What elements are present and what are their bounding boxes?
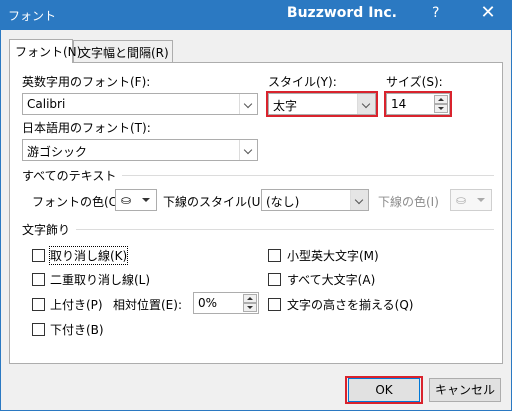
title-bar: フォント Buzzword Inc. ? ✕ bbox=[0, 0, 512, 30]
underline-color-label: 下線の色(I) bbox=[378, 195, 439, 209]
underline-style-value: (なし) bbox=[266, 195, 300, 209]
font-dialog: フォント(N) 文字幅と間隔(R) 英数字用のフォント(F): Calibri … bbox=[0, 30, 512, 411]
subscript-label[interactable]: 下付き(B) bbox=[50, 321, 104, 338]
offset-value: 0% bbox=[198, 296, 218, 310]
tab-font-label: フォント(N) bbox=[15, 45, 82, 59]
tab-character-spacing[interactable]: 文字幅と間隔(R) bbox=[73, 40, 173, 62]
chevron-down-icon bbox=[142, 198, 150, 202]
underline-style-label: 下線のスタイル(U) bbox=[163, 195, 266, 209]
chevron-down-icon bbox=[477, 198, 485, 202]
chevron-down-icon[interactable] bbox=[239, 94, 257, 114]
paint-bucket-icon: ⛀ bbox=[121, 193, 132, 207]
style-select[interactable]: 太字 bbox=[268, 93, 376, 115]
spin-up-icon[interactable] bbox=[434, 95, 448, 104]
window-title: フォント bbox=[8, 9, 57, 23]
spin-up-icon[interactable] bbox=[243, 294, 257, 303]
underline-style-select[interactable]: (なし) bbox=[261, 189, 369, 211]
jp-font-select[interactable]: 游ゴシック bbox=[22, 139, 258, 161]
chevron-down-icon[interactable] bbox=[239, 140, 257, 160]
ok-button[interactable]: OK bbox=[348, 378, 420, 402]
superscript-label[interactable]: 上付き(P) bbox=[50, 296, 103, 313]
equalize-height-checkbox[interactable] bbox=[268, 298, 281, 311]
small-caps-label[interactable]: 小型英大文字(M) bbox=[287, 247, 379, 264]
divider bbox=[76, 229, 494, 230]
style-value: 太字 bbox=[273, 99, 298, 113]
latin-font-value: Calibri bbox=[27, 97, 66, 111]
offset-input[interactable]: 0% bbox=[193, 292, 259, 314]
size-input[interactable]: 14 bbox=[386, 93, 450, 115]
superscript-checkbox[interactable] bbox=[32, 298, 45, 311]
latin-font-label: 英数字用のフォント(F): bbox=[22, 75, 151, 89]
paint-bucket-icon: ⛀ bbox=[456, 193, 467, 207]
chevron-down-icon[interactable] bbox=[350, 190, 368, 210]
close-icon[interactable]: ✕ bbox=[476, 2, 500, 23]
strikethrough-checkbox[interactable] bbox=[32, 249, 45, 262]
size-label: サイズ(S): bbox=[386, 75, 443, 89]
font-tab-panel: 英数字用のフォント(F): Calibri スタイル(Y): 太字 サイズ(S)… bbox=[9, 62, 503, 364]
tab-character-spacing-label: 文字幅と間隔(R) bbox=[79, 46, 169, 60]
size-spinner[interactable] bbox=[434, 95, 448, 113]
app-title: Buzzword Inc. bbox=[286, 5, 397, 21]
equalize-height-label[interactable]: 文字の高さを揃える(Q) bbox=[287, 296, 413, 313]
double-strikethrough-label[interactable]: 二重取り消し線(L) bbox=[50, 271, 150, 288]
all-caps-label[interactable]: すべて大文字(A) bbox=[287, 271, 375, 288]
chevron-down-icon[interactable] bbox=[357, 94, 375, 114]
subscript-checkbox[interactable] bbox=[32, 323, 45, 336]
font-color-label: フォントの色(C) bbox=[32, 195, 122, 209]
spin-down-icon[interactable] bbox=[243, 303, 257, 312]
small-caps-checkbox[interactable] bbox=[268, 249, 281, 262]
strikethrough-label[interactable]: 取り消し線(K) bbox=[48, 246, 129, 265]
jp-font-label: 日本語用のフォント(T): bbox=[22, 121, 151, 135]
help-icon[interactable]: ? bbox=[432, 5, 439, 21]
underline-color-button[interactable]: ⛀ bbox=[450, 189, 492, 211]
jp-font-value: 游ゴシック bbox=[27, 145, 88, 159]
style-label: スタイル(Y): bbox=[268, 75, 337, 89]
spin-down-icon[interactable] bbox=[434, 104, 448, 113]
double-strikethrough-checkbox[interactable] bbox=[32, 273, 45, 286]
divider bbox=[122, 175, 494, 176]
offset-spinner[interactable] bbox=[243, 294, 257, 312]
tab-font[interactable]: フォント(N) bbox=[9, 39, 81, 63]
latin-font-select[interactable]: Calibri bbox=[22, 93, 258, 115]
effects-group-title: 文字飾り bbox=[22, 223, 71, 237]
cancel-button[interactable]: キャンセル bbox=[429, 378, 501, 402]
font-color-button[interactable]: ⛀ bbox=[115, 189, 157, 211]
all-caps-checkbox[interactable] bbox=[268, 273, 281, 286]
size-value: 14 bbox=[391, 97, 407, 111]
all-text-group-title: すべてのテキスト bbox=[22, 169, 117, 183]
offset-label: 相対位置(E): bbox=[113, 298, 182, 312]
